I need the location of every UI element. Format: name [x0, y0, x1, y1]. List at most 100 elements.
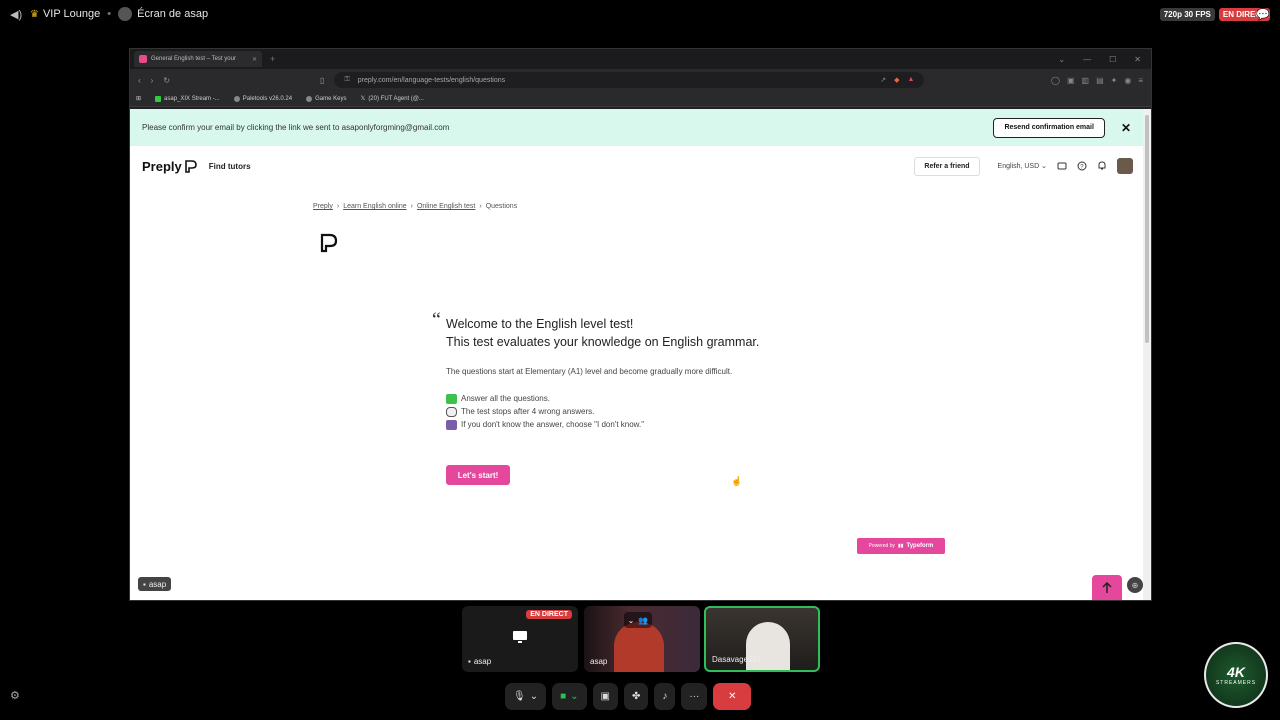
test-rules: Answer all the questions. The test stops…: [446, 392, 644, 431]
translate-icon[interactable]: ▣: [1067, 76, 1075, 85]
user-avatar[interactable]: [1117, 158, 1133, 174]
bookmark-item[interactable]: asap_XIX Stream -...: [155, 95, 220, 102]
language-selector[interactable]: English, USD ⌄: [998, 162, 1047, 170]
breadcrumb-learn-english[interactable]: Learn English online: [343, 203, 406, 210]
zoom-icon[interactable]: ⊕: [1127, 577, 1143, 593]
hand-cursor-icon: ☝: [731, 476, 743, 486]
arrow-up-icon: [1102, 582, 1112, 593]
hexagon-icon: [446, 419, 457, 430]
browser-tab[interactable]: General English test – Test your ✕: [134, 51, 262, 67]
channel-name[interactable]: VIP Lounge: [43, 8, 100, 20]
soundboard-button[interactable]: ♪: [654, 683, 676, 710]
close-banner-icon[interactable]: ✕: [1121, 121, 1131, 135]
chat-icon[interactable]: 💬: [1256, 8, 1270, 21]
camera-button[interactable]: ■ ⌄: [552, 683, 587, 710]
find-tutors-link[interactable]: Find tutors: [209, 162, 251, 171]
messages-icon[interactable]: [1057, 161, 1067, 171]
participant-tile-speaking[interactable]: Dasavage001: [704, 606, 820, 672]
start-test-button[interactable]: Let's start!: [446, 465, 510, 485]
microphone-button[interactable]: 🎙 ⌄: [505, 683, 547, 710]
volume-icon[interactable]: ◀): [10, 8, 22, 21]
page-viewport: Please confirm your email by clicking th…: [130, 109, 1145, 600]
bookmark-item[interactable]: Game Keys: [306, 95, 346, 102]
chevron-down-icon[interactable]: ⌄: [570, 691, 578, 702]
x-logo-icon: 𝕏: [360, 96, 366, 102]
share-icon[interactable]: ↗: [880, 76, 886, 84]
minimize-icon[interactable]: —: [1083, 55, 1091, 64]
forward-icon[interactable]: ›: [151, 76, 154, 85]
menu-icon[interactable]: ≡: [1138, 76, 1143, 85]
window-controls: ⌄ — ☐ ✕: [1058, 55, 1151, 64]
participant-tile-screen[interactable]: EN DIRECT ▪ asap: [462, 606, 578, 672]
avatar: [118, 7, 133, 21]
check-icon: [446, 393, 457, 404]
notifications-icon[interactable]: [1097, 161, 1107, 171]
chevron-down-icon[interactable]: ⌄: [1058, 55, 1065, 64]
breadcrumb-preply[interactable]: Preply: [313, 203, 333, 210]
maximize-icon[interactable]: ☐: [1109, 55, 1116, 64]
call-controls: 🎙 ⌄ ■ ⌄ ▣ ✤ ♪ ··· ✕: [505, 683, 752, 710]
reload-icon[interactable]: ↻: [163, 76, 170, 85]
email-confirmation-banner: Please confirm your email by clicking th…: [130, 109, 1145, 146]
extension-icon[interactable]: ✦: [1111, 76, 1118, 85]
crown-icon: ♛: [30, 8, 39, 20]
quality-badge: 720p 30 FPS: [1159, 7, 1215, 21]
streamers-logo: 4K STREAMERS: [1204, 642, 1268, 708]
preply-logo[interactable]: Preply: [142, 159, 197, 174]
sidebar-icon[interactable]: ▥: [1082, 76, 1090, 85]
more-options-button[interactable]: ···: [681, 683, 708, 710]
chevron-down-icon[interactable]: ⌄: [530, 691, 538, 702]
screen-share-icon: ▣: [600, 691, 610, 702]
bookmark-item[interactable]: 𝕏 (20) FUT Agent (@...: [360, 95, 424, 103]
back-icon[interactable]: ‹: [138, 76, 141, 85]
browser-window: General English test – Test your ✕ + ⌄ —…: [129, 48, 1152, 601]
chat-bubble-icon[interactable]: ◯: [1051, 76, 1060, 85]
eyes-icon: [446, 406, 457, 417]
apps-icon[interactable]: ⊞: [136, 95, 141, 102]
globe-icon: [233, 95, 240, 102]
user-settings-icon[interactable]: ⚙: [10, 689, 20, 702]
help-icon[interactable]: ?: [1077, 161, 1087, 171]
microphone-icon: 🎙: [513, 691, 526, 702]
bookmark-icon[interactable]: ▯: [320, 76, 324, 85]
activities-button[interactable]: ✤: [623, 683, 649, 710]
site-info-icon[interactable]: ⚿: [344, 76, 349, 84]
bookmark-item[interactable]: Paletools v26.0.24: [233, 95, 292, 102]
participant-name: Dasavage001: [712, 655, 762, 664]
more-icon: ···: [689, 691, 700, 702]
favicon-icon: [139, 55, 147, 63]
resend-confirmation-button[interactable]: Resend confirmation email: [993, 117, 1105, 138]
stream-top-bar: ◀) ♛ VIP Lounge • Écran de asap 720p 30 …: [0, 0, 1280, 28]
screen-share-button[interactable]: ▣: [592, 683, 618, 710]
scrollbar[interactable]: [1143, 109, 1151, 600]
activities-icon: ✤: [631, 691, 641, 702]
address-bar[interactable]: ⚿ preply.com/en/language-tests/english/q…: [334, 72, 925, 88]
typeform-icon: ▮▮: [897, 543, 904, 549]
participant-tile-camera[interactable]: ⌄ 👥 asap: [584, 606, 700, 672]
participant-video: [614, 622, 664, 672]
add-friend-icon[interactable]: 👥: [638, 616, 648, 625]
tile-controls[interactable]: ⌄ 👥: [624, 612, 652, 628]
refer-friend-button[interactable]: Refer a friend: [914, 156, 980, 176]
participant-video: [746, 622, 790, 670]
breadcrumb: Preply › Learn English online › Online Eng…: [313, 203, 518, 210]
rewards-icon[interactable]: ▲: [908, 76, 915, 84]
site-header: Preply Find tutors Refer a friend Englis…: [130, 146, 1145, 186]
powered-by-typeform-badge[interactable]: Powered by ▮▮ Typeform: [857, 538, 945, 554]
new-tab-icon[interactable]: +: [270, 54, 275, 64]
wallet-icon[interactable]: ▤: [1096, 76, 1104, 85]
chevron-down-icon[interactable]: ⌄: [628, 616, 635, 625]
vpn-icon[interactable]: ◉: [1124, 76, 1131, 85]
preply-mark-icon: [184, 159, 197, 173]
participant-name: asap: [590, 657, 608, 666]
quote-mark-icon: “: [432, 309, 441, 331]
close-tab-icon[interactable]: ✕: [252, 56, 257, 63]
scroll-up-button[interactable]: [1092, 575, 1122, 600]
breadcrumb-online-test[interactable]: Online English test: [417, 203, 475, 210]
streamer-label: ▪ asap: [138, 577, 172, 591]
leave-call-button[interactable]: ✕: [713, 683, 752, 710]
globe-icon: [306, 95, 313, 102]
brave-shield-icon[interactable]: ◆: [894, 76, 899, 84]
scrollbar-thumb[interactable]: [1145, 115, 1149, 343]
close-window-icon[interactable]: ✕: [1134, 55, 1141, 64]
